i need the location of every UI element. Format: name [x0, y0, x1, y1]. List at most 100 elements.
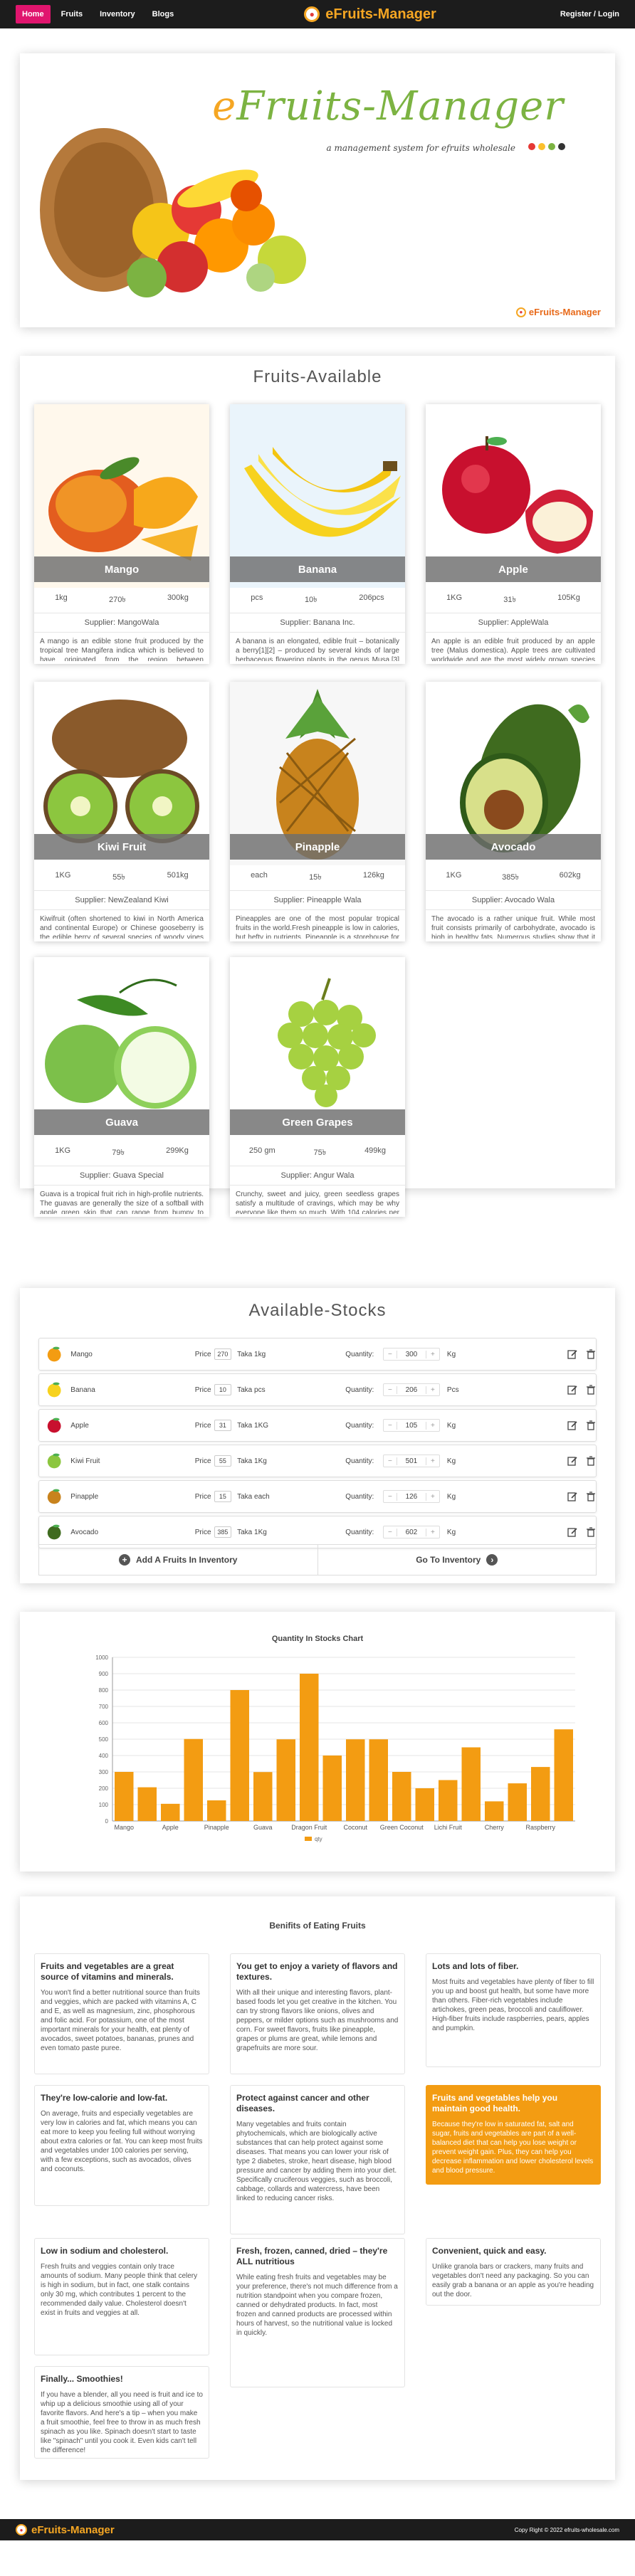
price-unit: Taka 1Kg [237, 1528, 267, 1536]
edit-icon[interactable] [567, 1492, 577, 1501]
arrow-right-icon: › [486, 1554, 498, 1566]
price-input[interactable]: 55 [214, 1455, 232, 1467]
nav-home[interactable]: Home [16, 5, 51, 23]
fruit-supplier: Supplier: Avocado Wala [426, 891, 601, 910]
price-unit: Taka pcs [237, 1385, 266, 1394]
fruit-quantity: 501kg [167, 871, 189, 880]
fruit-supplier: Supplier: Banana Inc. [230, 613, 405, 633]
trash-icon[interactable] [586, 1420, 596, 1430]
edit-icon[interactable] [567, 1456, 577, 1466]
edit-icon[interactable] [567, 1349, 577, 1359]
fruit-card[interactable]: Avocado 1KG 385৳ 602kg Supplier: Avocado Wal… [426, 682, 601, 941]
benefit-heading: They're low-calorie and low-fat. [41, 2093, 168, 2103]
fruit-card[interactable]: Pinapple each 15৳ 126kg Supplier: Pineapple … [230, 682, 405, 941]
register-login-link[interactable]: Register / Login [560, 10, 619, 19]
minus-button[interactable]: − [384, 1351, 397, 1358]
trash-icon[interactable] [586, 1385, 596, 1395]
fruit-card[interactable]: Apple 1KG 31৳ 105Kg Supplier: AppleWala An ap… [426, 404, 601, 664]
fruit-supplier: Supplier: NewZealand Kiwi [34, 891, 209, 910]
stock-row: Kiwi Fruit Price 55 Taka 1Kg Quantity: −501 + K… [38, 1445, 597, 1477]
fruit-name: Avocado [426, 834, 601, 860]
x-tick-label: Guava [253, 1824, 273, 1831]
fruit-image: Guava [34, 957, 209, 1141]
benefit-heading: Fruits and vegetables are a great source… [41, 1961, 174, 1982]
edit-icon[interactable] [567, 1527, 577, 1537]
plus-button[interactable]: + [426, 1529, 439, 1536]
fruit-quantity: 105Kg [557, 593, 580, 602]
minus-button[interactable]: − [384, 1457, 397, 1465]
price-input[interactable]: 385 [214, 1526, 232, 1538]
trash-icon[interactable] [586, 1492, 596, 1501]
fruit-card[interactable]: Kiwi Fruit 1KG 55৳ 501kg Supplier: NewZealan… [34, 682, 209, 941]
footer-brand[interactable]: ● eFruits-Manager [16, 2524, 115, 2536]
minus-button[interactable]: − [384, 1422, 397, 1430]
fruits-available-section: Fruits-Available Mango 1kg 270৳ 300kg Suppli… [20, 356, 615, 1217]
fruit-image: Pinapple [230, 682, 405, 865]
quantity-value[interactable]: 300 [396, 1350, 426, 1358]
nav-brand[interactable]: ● eFruits-Manager [304, 6, 436, 23]
benefit-heading: You get to enjoy a variety of flavors an… [236, 1961, 398, 1982]
fruit-unit: 250 gm [248, 1146, 275, 1155]
quantity-value[interactable]: 501 [396, 1457, 426, 1465]
stock-row: Pinapple Price 15 Taka each Quantity: −126 + Kg [38, 1480, 597, 1513]
fruit-stats: 1KG 31৳ 105Kg [426, 588, 601, 613]
fruit-card[interactable]: Green Grapes 250 gm 75৳ 499kg Supplier: Angu… [230, 957, 405, 1217]
plus-button[interactable]: + [426, 1351, 439, 1358]
trash-icon[interactable] [586, 1456, 596, 1466]
fruit-quantity: 126kg [362, 871, 384, 880]
trash-icon[interactable] [586, 1527, 596, 1537]
quantity-unit: Kg [446, 1492, 456, 1501]
chart-bar [439, 1780, 458, 1821]
plus-button[interactable]: + [426, 1457, 439, 1465]
chart-bar [369, 1739, 388, 1821]
price-input[interactable]: 31 [214, 1420, 232, 1431]
minus-button[interactable]: − [384, 1493, 397, 1501]
fruit-supplier: Supplier: AppleWala [426, 613, 601, 633]
quantity-value[interactable]: 105 [396, 1421, 426, 1430]
fruit-image: Avocado [426, 682, 601, 865]
quantity-unit: Pcs [446, 1385, 459, 1394]
fruit-supplier: Supplier: Guava Special [34, 1166, 209, 1186]
fruit-card[interactable]: Mango 1kg 270৳ 300kg Supplier: MangoWala A ma… [34, 404, 209, 664]
mango-icon [47, 1346, 61, 1362]
chart-bar [554, 1729, 573, 1821]
minus-button[interactable]: − [384, 1386, 397, 1394]
section-title: Available-Stocks [248, 1301, 387, 1320]
benefit-card: They're low-calorie and low-fat. On avera… [34, 2085, 209, 2206]
trash-icon[interactable] [586, 1349, 596, 1359]
chart-bar [115, 1772, 134, 1821]
edit-icon[interactable] [567, 1385, 577, 1395]
row-actions [567, 1456, 596, 1466]
edit-icon[interactable] [567, 1420, 577, 1430]
fruit-stats: pcs 10৳ 206pcs [230, 588, 405, 613]
quantity-label: Quantity: [345, 1492, 374, 1501]
x-tick-label: Green Coconut [380, 1824, 424, 1831]
quantity-value[interactable]: 602 [396, 1528, 426, 1536]
nav-inventory[interactable]: Inventory [93, 5, 142, 23]
dot-icon [558, 143, 565, 150]
fruit-name: Guava [34, 1109, 209, 1135]
fruit-image: Green Grapes [230, 957, 405, 1141]
plus-button[interactable]: + [426, 1386, 439, 1394]
nav-fruits[interactable]: Fruits [55, 5, 90, 23]
y-tick-label: 300 [99, 1769, 109, 1775]
chart-bar [346, 1739, 365, 1821]
price-input[interactable]: 15 [214, 1491, 232, 1502]
quantity-value[interactable]: 126 [396, 1492, 426, 1501]
quantity-stepper: −501 + [382, 1455, 440, 1467]
minus-button[interactable]: − [384, 1529, 397, 1536]
fruit-name: Pinapple [230, 834, 405, 860]
nav-blogs[interactable]: Blogs [146, 5, 181, 23]
fruit-card[interactable]: Guava 1KG 79৳ 299Kg Supplier: Guava Special G… [34, 957, 209, 1217]
price-input[interactable]: 10 [214, 1384, 232, 1395]
add-fruit-button[interactable]: + Add A Fruits In Inventory [39, 1545, 318, 1575]
banner-title-rest: Fruits-Manager [236, 83, 564, 130]
plus-button[interactable]: + [426, 1422, 439, 1430]
price-input[interactable]: 270 [214, 1348, 232, 1360]
go-to-inventory-button[interactable]: Go To Inventory › [317, 1545, 597, 1575]
fruit-card[interactable]: Banana pcs 10৳ 206pcs Supplier: Banana Inc. A… [230, 404, 405, 664]
plus-button[interactable]: + [426, 1493, 439, 1501]
fruit-logo-icon: ● [515, 307, 526, 317]
benefit-heading: Fruits and vegetables help you maintain … [432, 2093, 558, 2113]
quantity-value[interactable]: 206 [396, 1385, 426, 1394]
